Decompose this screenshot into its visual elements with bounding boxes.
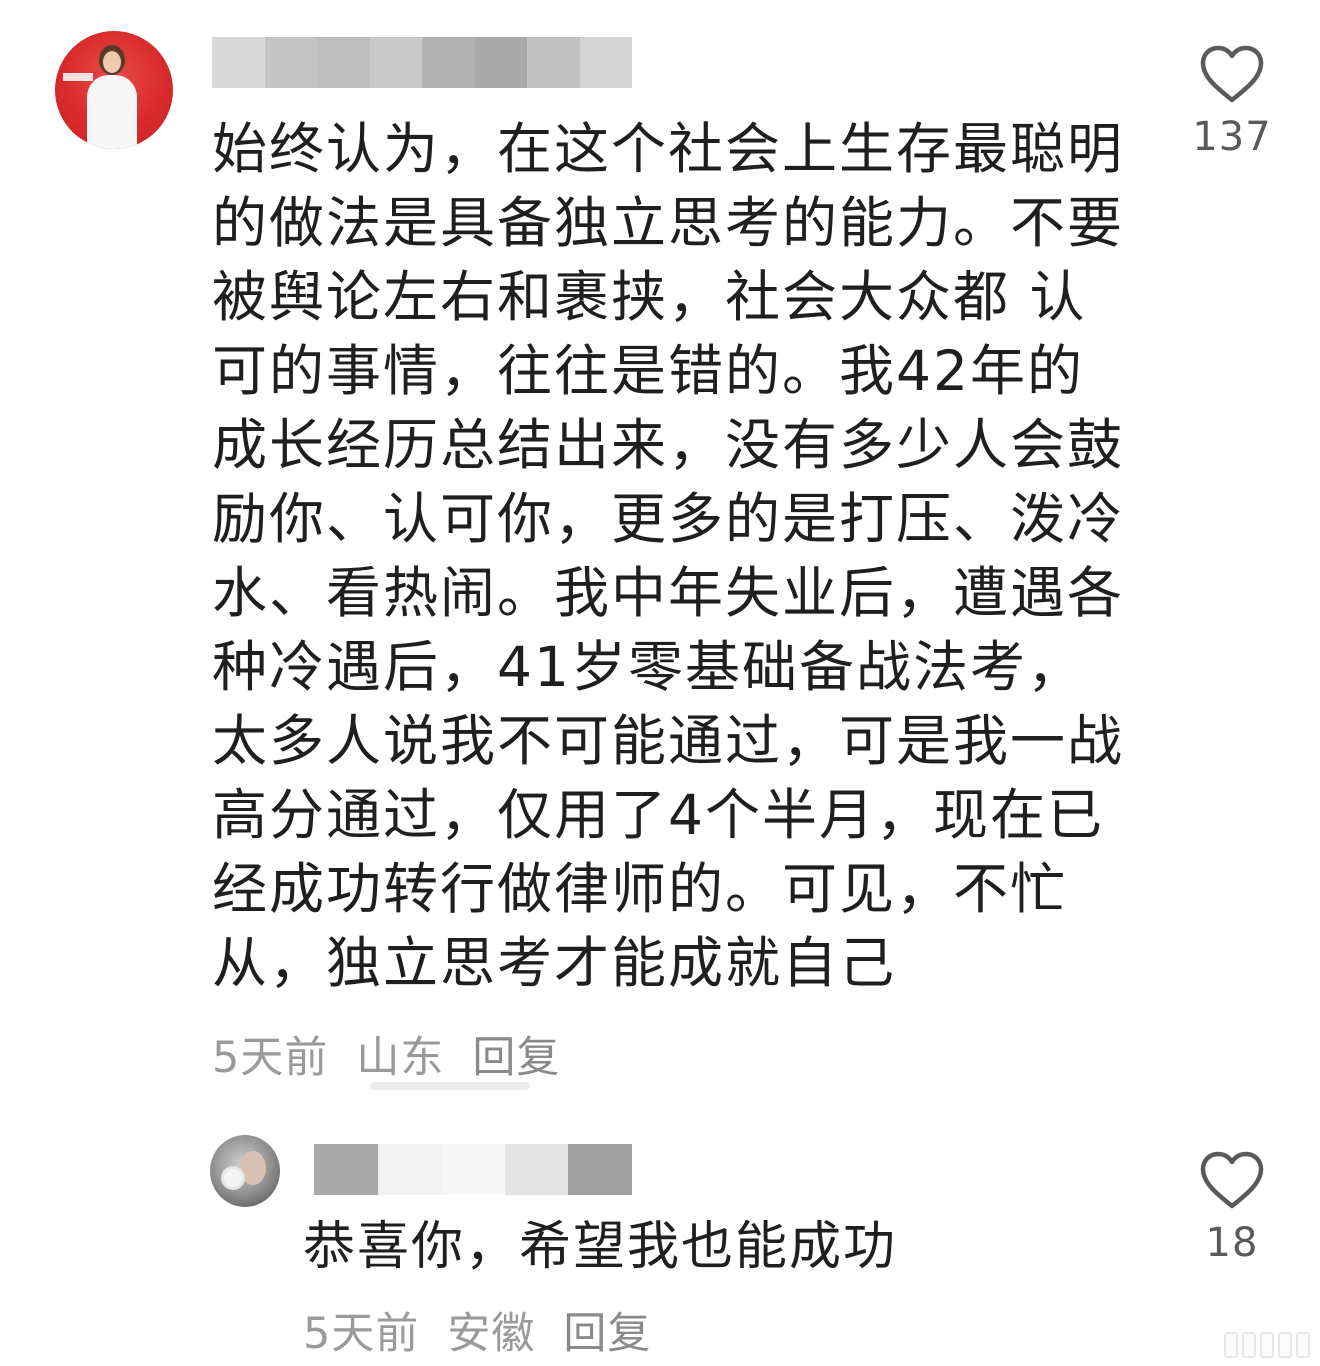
watermark-icon — [1224, 1332, 1310, 1358]
reply-button[interactable]: 回复 — [563, 1299, 651, 1361]
like-button[interactable]: 137 — [1187, 44, 1277, 160]
username-blur-block — [369, 37, 422, 88]
comment-text: 恭喜你，希望我也能成功 — [303, 1217, 898, 1277]
comment-meta: 5天前 山东 回复 — [212, 1024, 560, 1084]
username-blur-block — [314, 1144, 378, 1195]
reply-button[interactable]: 回复 — [472, 1023, 560, 1085]
heart-outline-icon — [1200, 45, 1264, 103]
username-blur-block — [474, 37, 527, 88]
username-blur-block — [568, 1144, 632, 1195]
like-count: 137 — [1192, 114, 1272, 160]
username-blur-block — [504, 1144, 569, 1195]
divider — [370, 1082, 530, 1090]
comment-time: 5天前 — [303, 1309, 420, 1359]
heart-outline-icon — [1200, 1151, 1264, 1209]
username-blur-block — [527, 37, 580, 88]
comment-meta: 5天前 安徽 回复 — [303, 1300, 651, 1360]
avatar-figure-body — [87, 75, 137, 149]
comment-location: 山东 — [356, 1033, 445, 1083]
avatar-flower — [224, 1169, 242, 1187]
like-count: 18 — [1205, 1220, 1259, 1266]
avatar-figure-face — [103, 51, 121, 73]
username-blur-block — [422, 37, 475, 88]
like-button[interactable]: 18 — [1187, 1150, 1277, 1266]
username-blur-block — [264, 37, 317, 88]
username-blur-block — [579, 37, 632, 88]
username-blur-block — [317, 37, 370, 88]
username-blur-block — [441, 1144, 505, 1195]
username-redacted[interactable] — [212, 37, 632, 88]
avatar[interactable] — [210, 1135, 280, 1207]
comment-time: 5天前 — [212, 1033, 329, 1083]
comment-text: 始终认为，在这个社会上生存最聪明的做法是具备独立思考的能力。不要被舆论左右和裹挟… — [212, 117, 1125, 995]
avatar[interactable] — [55, 31, 173, 149]
username-blur-block — [212, 37, 265, 88]
username-redacted[interactable] — [314, 1144, 632, 1195]
username-blur-block — [377, 1144, 442, 1195]
comment-location: 安徽 — [447, 1309, 536, 1359]
avatar-decoration — [63, 73, 93, 81]
avatar-figure-face — [240, 1151, 266, 1185]
